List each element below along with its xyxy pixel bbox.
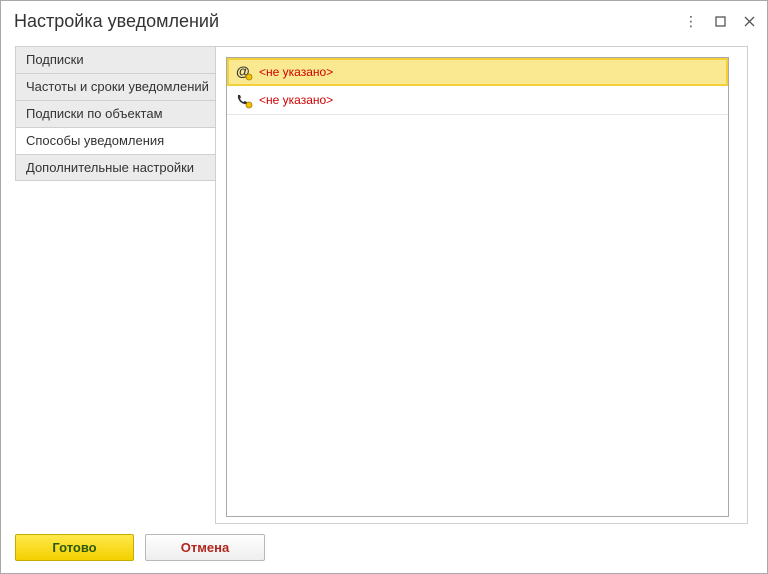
tab-additional-settings[interactable]: Дополнительные настройки xyxy=(15,154,216,181)
maximize-icon[interactable] xyxy=(712,13,728,29)
phone-value: <не указано> xyxy=(259,93,334,107)
notification-settings-dialog: Настройка уведомлений ⋮ Подписки Частоты… xyxy=(0,0,768,574)
settings-tabs: Подписки Частоты и сроки уведомлений Под… xyxy=(15,46,217,181)
notification-methods-panel: @ <не указано> <не указано> xyxy=(215,46,748,524)
methods-list: @ <не указано> <не указано> xyxy=(226,57,729,517)
email-icon: @ xyxy=(235,63,253,81)
method-row-phone[interactable]: <не указано> xyxy=(227,86,728,115)
done-button[interactable]: Готово xyxy=(15,534,134,561)
dialog-title: Настройка уведомлений xyxy=(14,11,220,31)
tab-notification-methods[interactable]: Способы уведомления xyxy=(15,127,217,154)
tab-frequency-deadlines[interactable]: Частоты и сроки уведомлений xyxy=(15,73,216,100)
window-controls: ⋮ xyxy=(683,13,757,29)
tab-object-subscriptions[interactable]: Подписки по объектам xyxy=(15,100,216,127)
close-icon[interactable] xyxy=(741,13,757,29)
method-row-email[interactable]: @ <не указано> xyxy=(227,58,728,86)
tab-subscriptions[interactable]: Подписки xyxy=(15,46,216,73)
email-value: <не указано> xyxy=(259,65,334,79)
cancel-button[interactable]: Отмена xyxy=(145,534,265,561)
more-actions-icon[interactable]: ⋮ xyxy=(683,13,699,29)
phone-icon xyxy=(235,91,253,109)
